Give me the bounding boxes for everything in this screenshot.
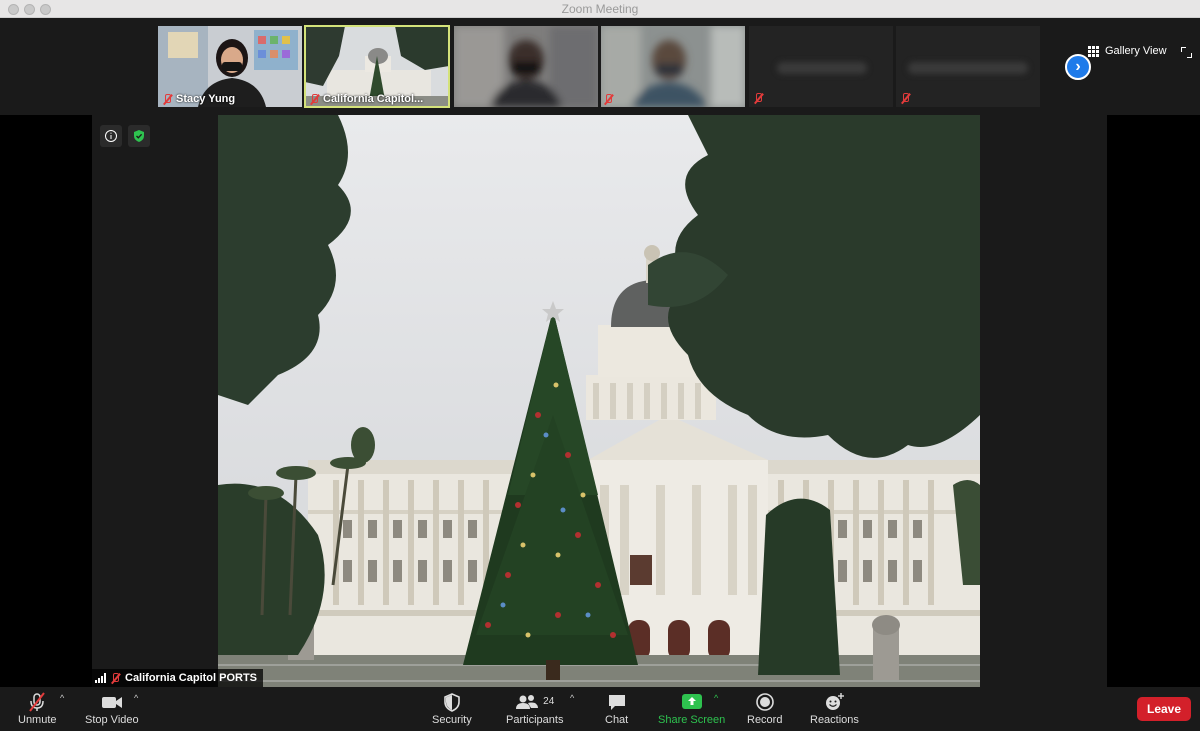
chevron-up-icon[interactable]: ^ (134, 693, 138, 703)
participant-thumbnail-active[interactable]: California Capitol... (304, 25, 450, 108)
emoji-plus-icon (826, 692, 845, 710)
video-camera-icon (101, 696, 122, 708)
record-label: Record (747, 714, 783, 726)
chat-bubble-icon (608, 694, 625, 710)
participant-name-label: Stacy Yung (162, 93, 235, 105)
microphone-muted-icon (29, 691, 46, 712)
stop-video-label: Stop Video (85, 714, 139, 726)
gallery-view-label: Gallery View (1105, 45, 1167, 57)
active-speaker-label: California Capitol PORTS (92, 669, 264, 687)
participant-thumbnail[interactable] (749, 26, 893, 107)
participants-button[interactable]: 24 Participants (506, 689, 563, 726)
chat-button[interactable]: Chat (605, 689, 628, 726)
connection-signal-icon (95, 673, 106, 683)
participants-icon (516, 694, 539, 709)
meeting-info-button[interactable] (100, 125, 122, 147)
microphone-muted-icon (603, 94, 614, 105)
unmute-label: Unmute (18, 714, 57, 726)
title-bar: Zoom Meeting (0, 0, 1200, 18)
microphone-muted-icon (309, 93, 320, 105)
chevron-up-icon[interactable]: ^ (570, 693, 574, 703)
participant-thumbnail[interactable] (601, 26, 745, 107)
participant-thumbnail[interactable] (896, 26, 1040, 107)
microphone-muted-icon (753, 93, 764, 104)
security-label: Security (432, 714, 472, 726)
participant-strip: Stacy Yung California Capitol... › Galle… (0, 18, 1200, 115)
gallery-view-button[interactable]: Gallery View (1088, 45, 1167, 57)
microphone-muted-icon (900, 93, 911, 104)
participant-video-blurred (454, 26, 598, 107)
reactions-button[interactable]: Reactions (810, 689, 859, 726)
chevron-up-icon[interactable]: ^ (60, 693, 64, 703)
speaker-video (218, 115, 980, 687)
chevron-right-icon: › (1075, 58, 1081, 75)
next-page-button[interactable]: › (1065, 54, 1091, 80)
participant-name-blurred (908, 62, 1028, 74)
stop-video-button[interactable]: Stop Video (85, 689, 139, 726)
microphone-muted-icon (110, 672, 121, 684)
participant-name-blurred (777, 62, 867, 74)
record-icon (755, 692, 774, 711)
window-title: Zoom Meeting (561, 2, 639, 16)
chat-label: Chat (605, 714, 629, 726)
shield-icon (444, 692, 460, 712)
fullscreen-icon[interactable] (1181, 47, 1192, 58)
reactions-label: Reactions (810, 714, 859, 726)
participant-name: Stacy Yung (176, 93, 236, 105)
record-button[interactable]: Record (747, 689, 782, 726)
participant-name: California Capitol... (323, 93, 424, 105)
security-button[interactable]: Security (432, 689, 472, 726)
participant-thumbnail[interactable] (454, 26, 598, 107)
share-screen-label: Share Screen (658, 714, 726, 726)
participant-name-label: California Capitol... (309, 93, 423, 105)
unmute-button[interactable]: Unmute (18, 689, 57, 726)
participant-thumbnail[interactable]: Stacy Yung (158, 26, 302, 107)
main-video-area: California Capitol PORTS (0, 115, 1200, 687)
leave-meeting-button[interactable]: Leave (1137, 697, 1191, 721)
participants-label: Participants (506, 714, 564, 726)
chevron-up-icon[interactable]: ^ (714, 693, 718, 703)
encryption-button[interactable] (128, 125, 150, 147)
share-screen-icon (681, 693, 702, 709)
participants-count: 24 (543, 696, 555, 707)
participant-video-blurred (601, 26, 745, 107)
active-speaker-name: California Capitol PORTS (125, 672, 258, 684)
info-icon (105, 130, 117, 142)
grid-icon (1088, 45, 1099, 57)
meeting-toolbar: Unmute ^ Stop Video ^ Security 24 Partic… (0, 687, 1200, 731)
microphone-muted-icon (162, 93, 173, 105)
shield-check-icon (134, 130, 144, 142)
